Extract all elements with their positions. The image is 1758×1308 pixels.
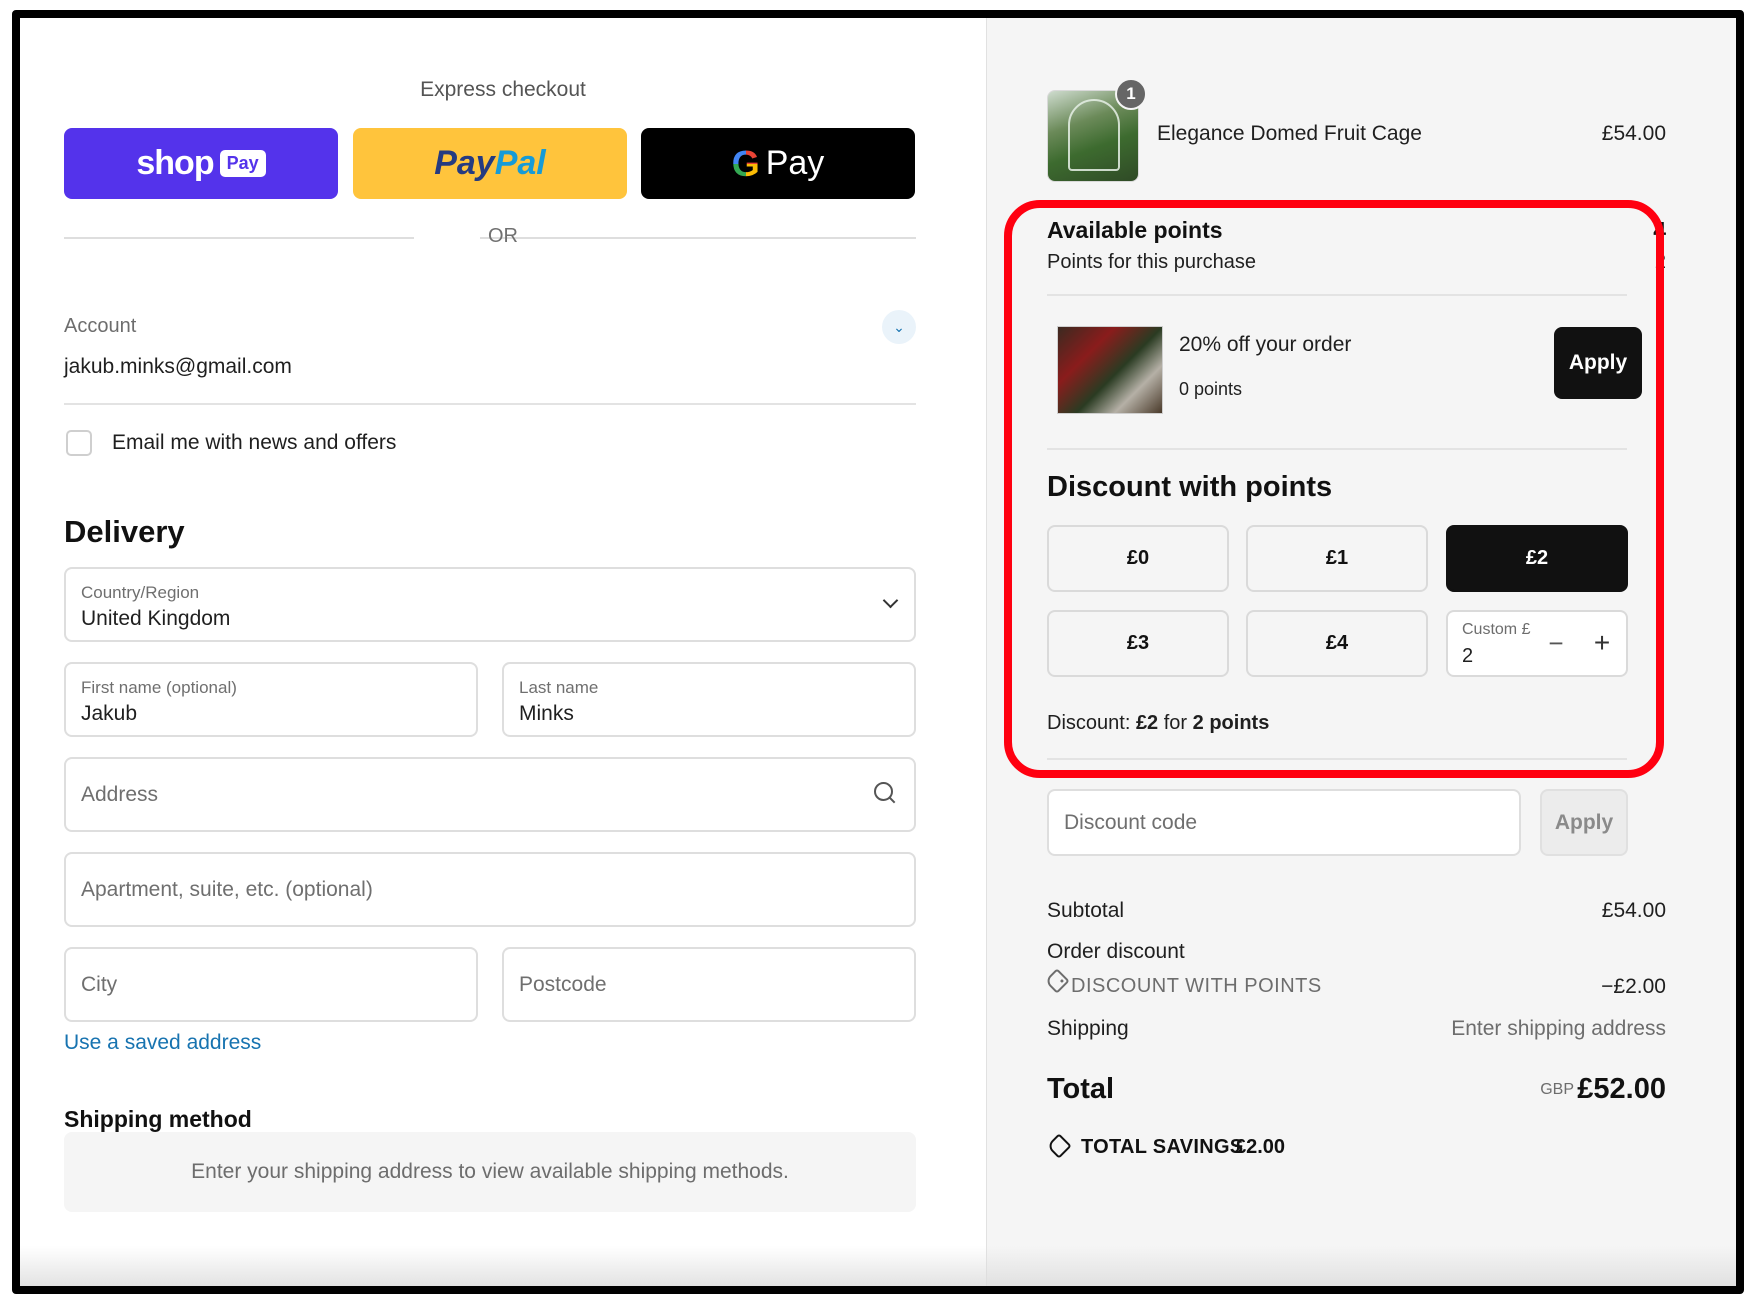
points-option-4[interactable]: £4 <box>1246 610 1428 677</box>
shop-pay-button[interactable]: shop Pay <box>64 128 338 199</box>
country-select[interactable]: Country/Region United Kingdom <box>64 567 916 642</box>
minus-icon[interactable]: − <box>1544 628 1568 658</box>
last-name-label: Last name <box>519 678 599 697</box>
available-points-value: 4 <box>1653 217 1666 243</box>
product-name: Elegance Domed Fruit Cage <box>1157 122 1422 145</box>
summary-prefix: Discount: <box>1047 712 1131 734</box>
news-offers-checkbox[interactable] <box>66 430 92 456</box>
first-name-field[interactable]: First name (optional) Jakub <box>64 662 478 737</box>
last-name-field[interactable]: Last name Minks <box>502 662 916 737</box>
reward-points: 0 points <box>1179 379 1243 399</box>
city-field[interactable]: City <box>64 947 478 1022</box>
postcode-field[interactable]: Postcode <box>502 947 916 1022</box>
plus-icon[interactable]: + <box>1590 627 1614 658</box>
points-option-3[interactable]: £3 <box>1047 610 1229 677</box>
total-savings-label: TOTAL SAVINGS <box>1081 1136 1244 1158</box>
account-label: Account <box>64 315 137 337</box>
apply-reward-button[interactable]: Apply <box>1554 327 1642 399</box>
total-label: Total <box>1047 1073 1115 1105</box>
tag-icon <box>1044 968 1070 994</box>
quantity-badge: 1 <box>1115 78 1147 110</box>
custom-amount-stepper[interactable]: Custom £ 2 − + <box>1446 610 1628 677</box>
news-offers-label: Email me with news and offers <box>112 431 397 454</box>
apartment-field[interactable]: Apartment, suite, etc. (optional) <box>64 852 916 927</box>
google-pay-button[interactable]: G Pay <box>641 128 915 199</box>
total-savings-value: £2.00 <box>1235 1136 1286 1158</box>
apply-discount-code-button[interactable]: Apply <box>1540 789 1628 856</box>
chevron-down-icon[interactable]: ⌄ <box>882 310 916 344</box>
express-checkout-title: Express checkout <box>420 78 586 101</box>
shipping-method-title: Shipping method <box>64 1106 252 1132</box>
discount-code-input[interactable]: Discount code <box>1047 789 1521 856</box>
first-name-label: First name (optional) <box>81 678 237 697</box>
savings-tag-icon <box>1046 1133 1072 1159</box>
summary-mid: for <box>1163 712 1188 734</box>
points-option-0[interactable]: £0 <box>1047 525 1229 592</box>
shop-pay-logo: shop <box>136 144 214 182</box>
product-price: £54.00 <box>1601 122 1666 145</box>
points-summary-divider <box>1047 758 1627 760</box>
delivery-title: Delivery <box>64 514 185 549</box>
city-placeholder: City <box>81 972 118 996</box>
paypal-logo-pay: Pay <box>434 144 495 182</box>
country-value: United Kingdom <box>81 607 231 630</box>
discount-name: DISCOUNT WITH POINTS <box>1071 975 1322 997</box>
use-saved-address-link[interactable]: Use a saved address <box>64 1031 261 1055</box>
points-option-2[interactable]: £2 <box>1446 525 1628 592</box>
paypal-button[interactable]: PayPal <box>353 128 627 199</box>
order-summary: 1 Elegance Domed Fruit Cage £54.00 Avail… <box>986 18 1736 1286</box>
points-divider <box>1047 294 1627 296</box>
points-discount-summary: Discount: £2 for 2 points <box>1047 712 1269 735</box>
google-pay-label: Pay <box>765 144 825 182</box>
custom-amount-value[interactable]: 2 <box>1462 645 1473 668</box>
order-discount-label: Order discount <box>1047 940 1185 963</box>
discount-value: −£2.00 <box>1601 975 1666 998</box>
reward-divider <box>1047 448 1627 450</box>
subtotal-value: £54.00 <box>1601 899 1666 922</box>
summary-amount: £2 <box>1135 712 1159 734</box>
apartment-placeholder: Apartment, suite, etc. (optional) <box>81 877 373 901</box>
discount-code-placeholder: Discount code <box>1064 810 1198 834</box>
bottom-fade <box>20 1246 1736 1286</box>
last-name-value: Minks <box>519 702 574 725</box>
purchase-points-value: 2 <box>1654 251 1666 273</box>
points-option-1[interactable]: £1 <box>1246 525 1428 592</box>
total-value: £52.00 <box>1577 1073 1666 1105</box>
shipping-method-notice: Enter your shipping address to view avai… <box>64 1132 916 1212</box>
search-icon <box>874 782 896 804</box>
checkout-form: Express checkout shop Pay PayPal G Pay O… <box>20 18 986 1286</box>
total-currency: GBP <box>1540 1081 1574 1098</box>
subtotal-label: Subtotal <box>1047 899 1125 922</box>
chevron-down-icon <box>882 592 899 609</box>
or-separator: OR <box>488 225 518 247</box>
custom-amount-label: Custom £ <box>1462 621 1531 638</box>
account-email: jakub.minks@gmail.com <box>64 355 292 378</box>
postcode-placeholder: Postcode <box>519 972 607 996</box>
paypal-logo-pal: Pal <box>494 144 546 182</box>
paypal-logo: PayPal <box>434 144 546 183</box>
shop-pay-badge: Pay <box>219 150 266 177</box>
first-name-value: Jakub <box>81 702 138 725</box>
discount-with-points-title: Discount with points <box>1047 471 1333 503</box>
available-points-label: Available points <box>1047 217 1223 243</box>
account-divider <box>64 403 916 405</box>
shipping-value: Enter shipping address <box>1451 1017 1666 1040</box>
reward-title: 20% off your order <box>1179 333 1352 356</box>
google-g-icon: G <box>731 142 760 184</box>
summary-points: 2 points <box>1192 712 1270 734</box>
address-field[interactable]: Address <box>64 757 916 832</box>
address-placeholder: Address <box>81 782 159 806</box>
purchase-points-label: Points for this purchase <box>1047 251 1256 273</box>
checkout-window: Express checkout shop Pay PayPal G Pay O… <box>12 10 1744 1294</box>
reward-image <box>1057 326 1163 414</box>
shipping-label: Shipping <box>1047 1017 1129 1040</box>
country-label: Country/Region <box>81 583 200 602</box>
